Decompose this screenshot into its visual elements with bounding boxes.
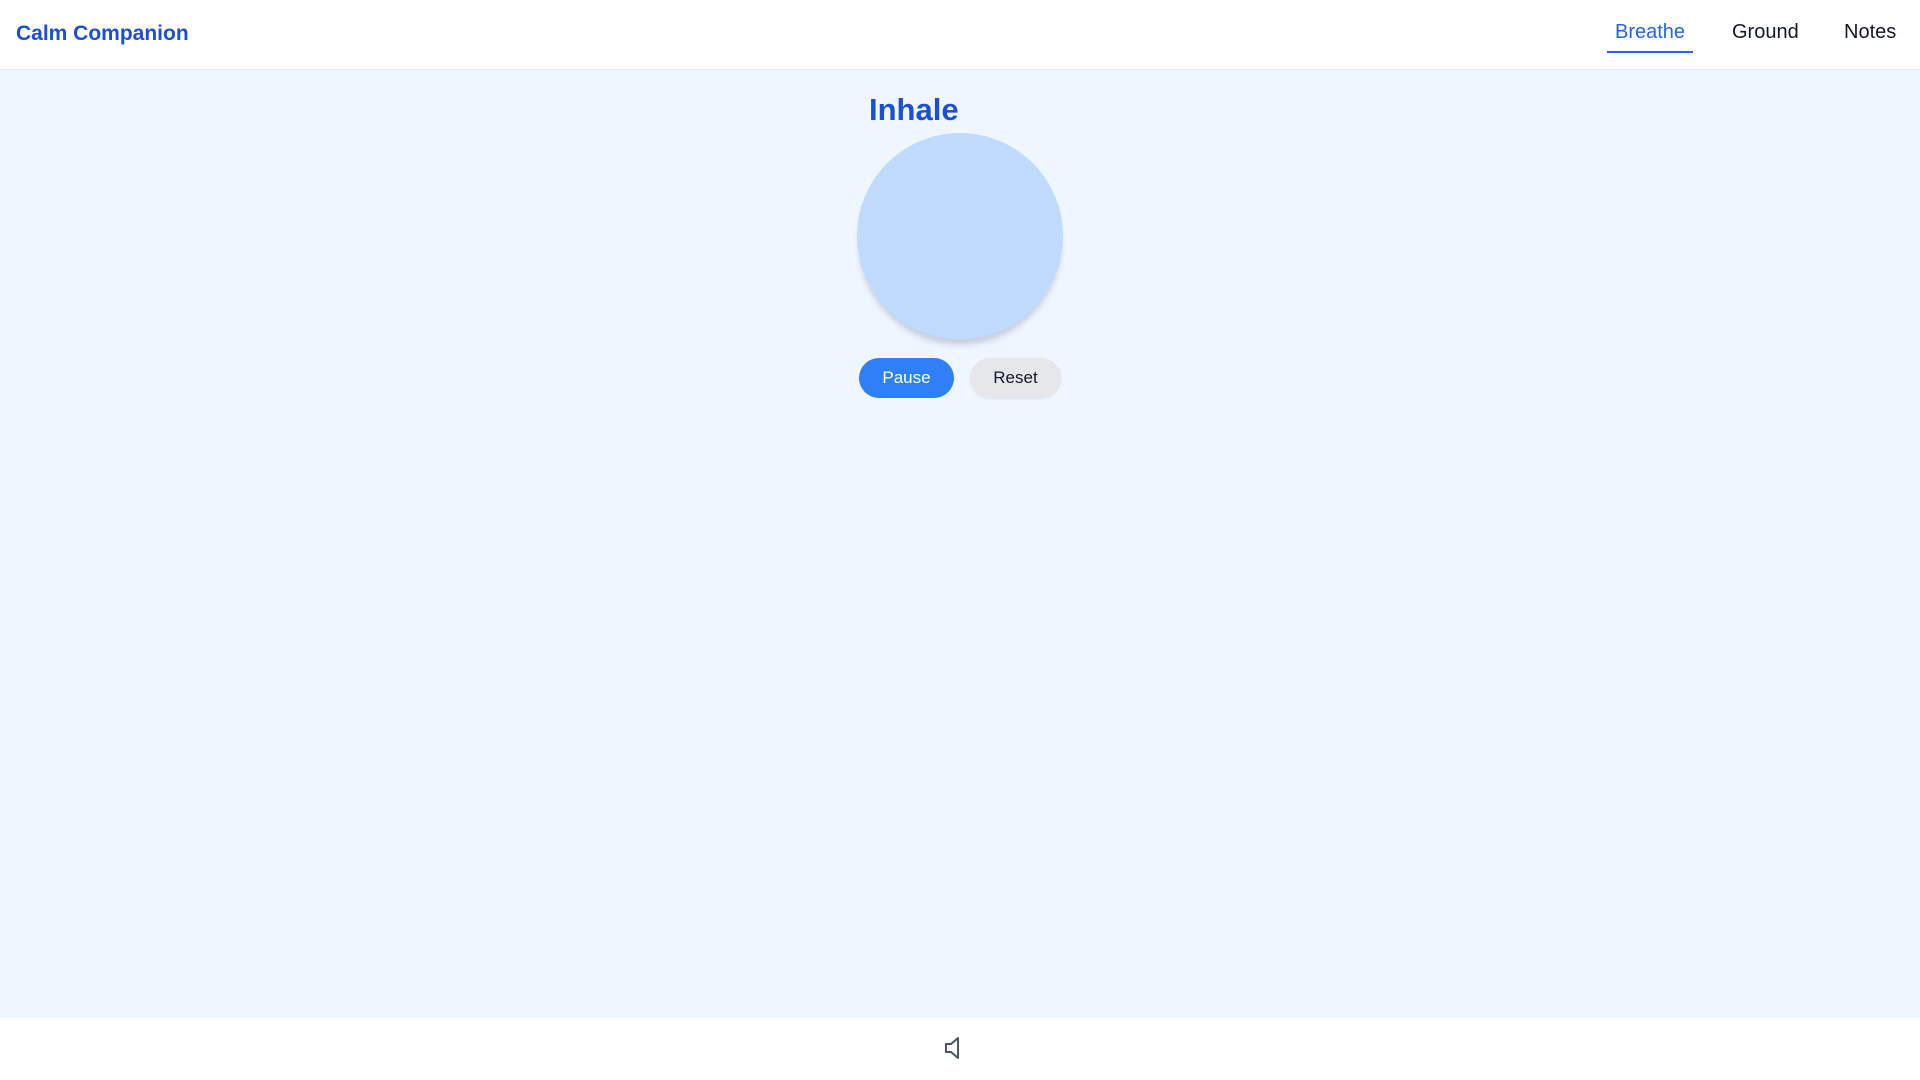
speaker-muted-icon[interactable] bbox=[943, 1036, 965, 1060]
app-header: Calm Companion Breathe Ground Notes bbox=[0, 0, 1920, 70]
brand-title: Calm Companion bbox=[16, 22, 189, 45]
breathing-circle bbox=[857, 133, 1063, 339]
tab-breathe[interactable]: Breathe bbox=[1615, 21, 1685, 44]
tab-notes[interactable]: Notes bbox=[1844, 21, 1896, 44]
pause-button[interactable]: Pause bbox=[859, 358, 954, 398]
active-tab-underline bbox=[1607, 51, 1693, 53]
breathing-phase-label: Inhale bbox=[869, 92, 959, 127]
reset-button[interactable]: Reset bbox=[970, 358, 1061, 398]
tab-ground[interactable]: Ground bbox=[1732, 21, 1799, 44]
